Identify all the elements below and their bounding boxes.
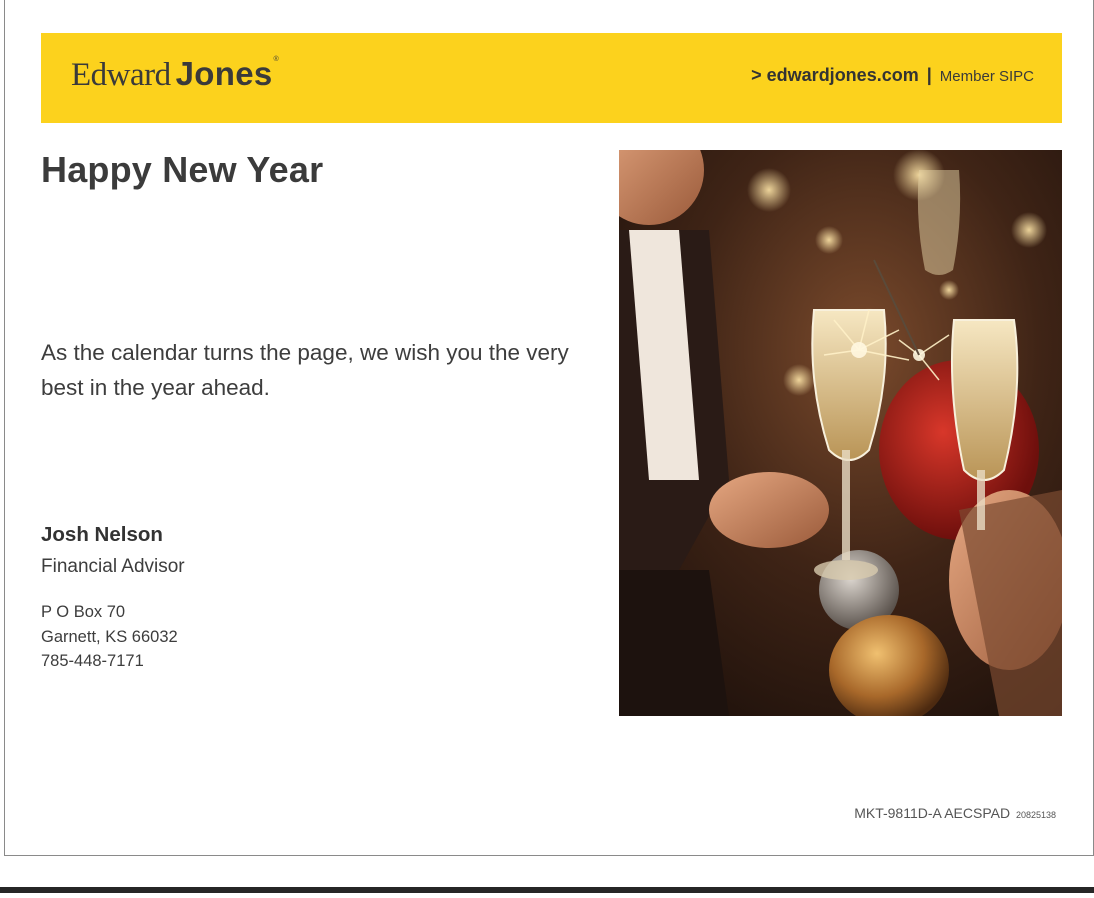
card: Edward Jones ® > edwardjones.com | Membe… <box>4 0 1094 856</box>
edward-jones-logo[interactable]: Edward Jones ® <box>71 55 279 97</box>
logo-registered-mark: ® <box>273 56 279 63</box>
champagne-toast-photo <box>619 150 1062 716</box>
advisor-role: Financial Advisor <box>41 556 185 577</box>
bottom-divider <box>0 887 1094 893</box>
page-title: Happy New Year <box>41 149 324 190</box>
marketing-code: MKT-9811D-A AECSPAD <box>854 805 1011 821</box>
advisor-address: P O Box 70 Garnett, KS 66032 785-448-717… <box>41 600 178 674</box>
header-banner: Edward Jones ® > edwardjones.com | Membe… <box>41 33 1062 123</box>
address-line-2: Garnett, KS 66032 <box>41 627 178 646</box>
edwardjones-link[interactable]: > edwardjones.com <box>751 65 919 85</box>
marketing-code-number: 20825138 <box>1015 810 1056 820</box>
address-line-1: P O Box 70 <box>41 603 126 621</box>
footer-code: MKT-9811D-A AECSPAD 20825138 <box>854 805 1056 821</box>
header-separator: | <box>926 65 932 85</box>
advisor-name: Josh Nelson <box>41 523 163 546</box>
greeting-message: As the calendar turns the page, we wish … <box>41 340 569 400</box>
phone-number[interactable]: 785-448-7171 <box>41 649 178 674</box>
member-sipc-text: Member SIPC <box>939 68 1034 85</box>
header-links: > edwardjones.com | Member SIPC <box>751 65 1034 86</box>
logo-jones-text: Jones <box>175 55 273 92</box>
logo-edward-text: Edward <box>71 57 171 93</box>
